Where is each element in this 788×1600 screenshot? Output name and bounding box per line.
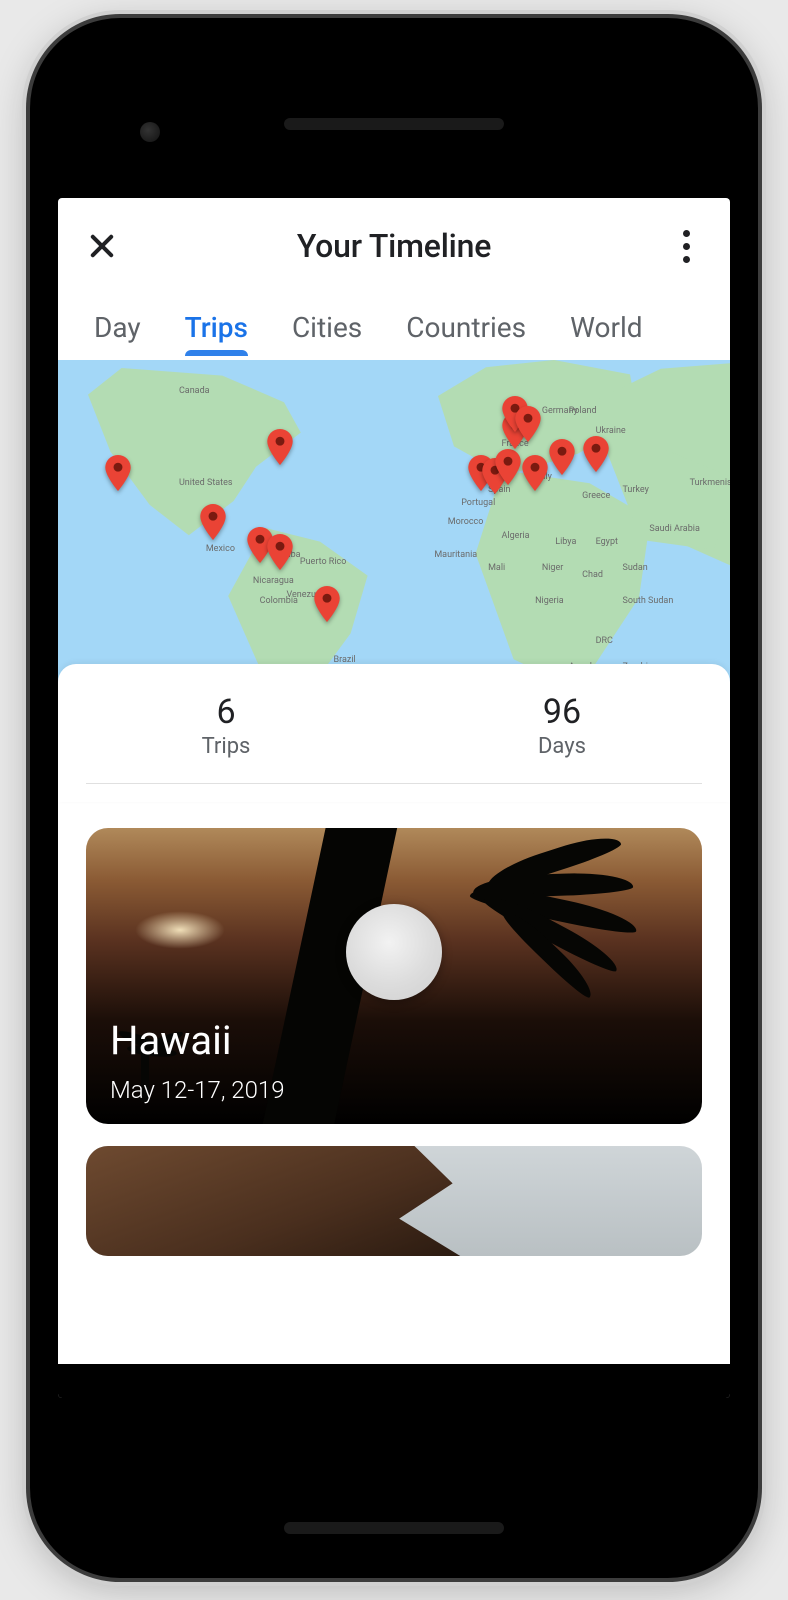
map-background — [58, 360, 730, 688]
map-label: Egypt — [596, 537, 618, 547]
trip-cards: Hawaii May 12-17, 2019 — [58, 802, 730, 1256]
map-label: South Sudan — [622, 596, 673, 606]
stats-divider — [86, 783, 702, 784]
map-label: Nigeria — [535, 596, 564, 606]
map-label: United States — [179, 478, 233, 488]
map-label: Spain — [488, 485, 510, 495]
phone-speaker-top — [284, 118, 504, 130]
map-label: Algeria — [502, 531, 530, 541]
trip-card-subtitle: May 12-17, 2019 — [110, 1076, 285, 1104]
phone-frame: Your Timeline Day Trips Cities Countries… — [30, 18, 758, 1578]
map-label: Mexico — [206, 544, 235, 554]
map-label: DRC — [596, 636, 613, 646]
tab-cities[interactable]: Cities — [270, 311, 384, 344]
app-screen: Your Timeline Day Trips Cities Countries… — [58, 198, 730, 1398]
world-map[interactable]: Canada United States Mexico CubaPuerto Rico… — [58, 360, 730, 688]
map-label: Portugal — [461, 498, 495, 508]
map-label: Puerto Rico — [300, 557, 346, 567]
map-label: Morocco — [448, 517, 484, 527]
tab-day[interactable]: Day — [72, 311, 163, 344]
stat-trips-label: Trips — [58, 734, 394, 759]
trip-card-title: Hawaii — [110, 1017, 232, 1064]
map-label: Mauritania — [434, 550, 477, 560]
android-nav-bar — [58, 1364, 730, 1398]
page-title: Your Timeline — [122, 227, 666, 265]
map-label: Poland — [569, 406, 597, 416]
tab-trips[interactable]: Trips — [163, 311, 270, 344]
map-label: Turkmenistan — [690, 478, 730, 488]
phone-camera — [140, 122, 160, 142]
stat-days-value: 96 — [394, 692, 730, 732]
map-label: Nicaragua — [253, 576, 294, 586]
stats-panel: 6 Trips 96 Days — [58, 664, 730, 802]
stat-days: 96 Days — [394, 692, 730, 759]
tabs-bar: Day Trips Cities Countries World — [58, 294, 730, 360]
map-label: Canada — [179, 386, 210, 396]
app-header: Your Timeline — [58, 198, 730, 294]
map-label: France — [502, 439, 529, 449]
trip-card-next[interactable] — [86, 1146, 702, 1256]
trip-card-image — [86, 1146, 702, 1256]
tab-world[interactable]: World — [548, 311, 664, 344]
tab-countries[interactable]: Countries — [384, 311, 548, 344]
map-label: Chad — [582, 570, 603, 580]
map-label: Greece — [582, 491, 610, 501]
map-label: Saudi Arabia — [649, 524, 699, 534]
map-label: Sudan — [622, 563, 647, 573]
map-label: Colombia — [260, 596, 298, 606]
stat-days-label: Days — [394, 734, 730, 759]
stat-trips-value: 6 — [58, 692, 394, 732]
phone-speaker-bottom — [284, 1522, 504, 1534]
map-label: Turkey — [622, 485, 648, 495]
map-label: Cuba — [280, 550, 301, 560]
map-label: Niger — [542, 563, 564, 573]
map-label: Ukraine — [596, 426, 626, 436]
map-label: Mali — [488, 563, 505, 573]
trip-card-hawaii[interactable]: Hawaii May 12-17, 2019 — [86, 828, 702, 1124]
touch-indicator-icon — [346, 904, 442, 1000]
stat-trips: 6 Trips — [58, 692, 394, 759]
more-options-icon[interactable] — [666, 230, 706, 263]
close-icon[interactable] — [82, 226, 122, 266]
map-label: Libya — [555, 537, 576, 547]
map-label: Italy — [535, 472, 552, 482]
